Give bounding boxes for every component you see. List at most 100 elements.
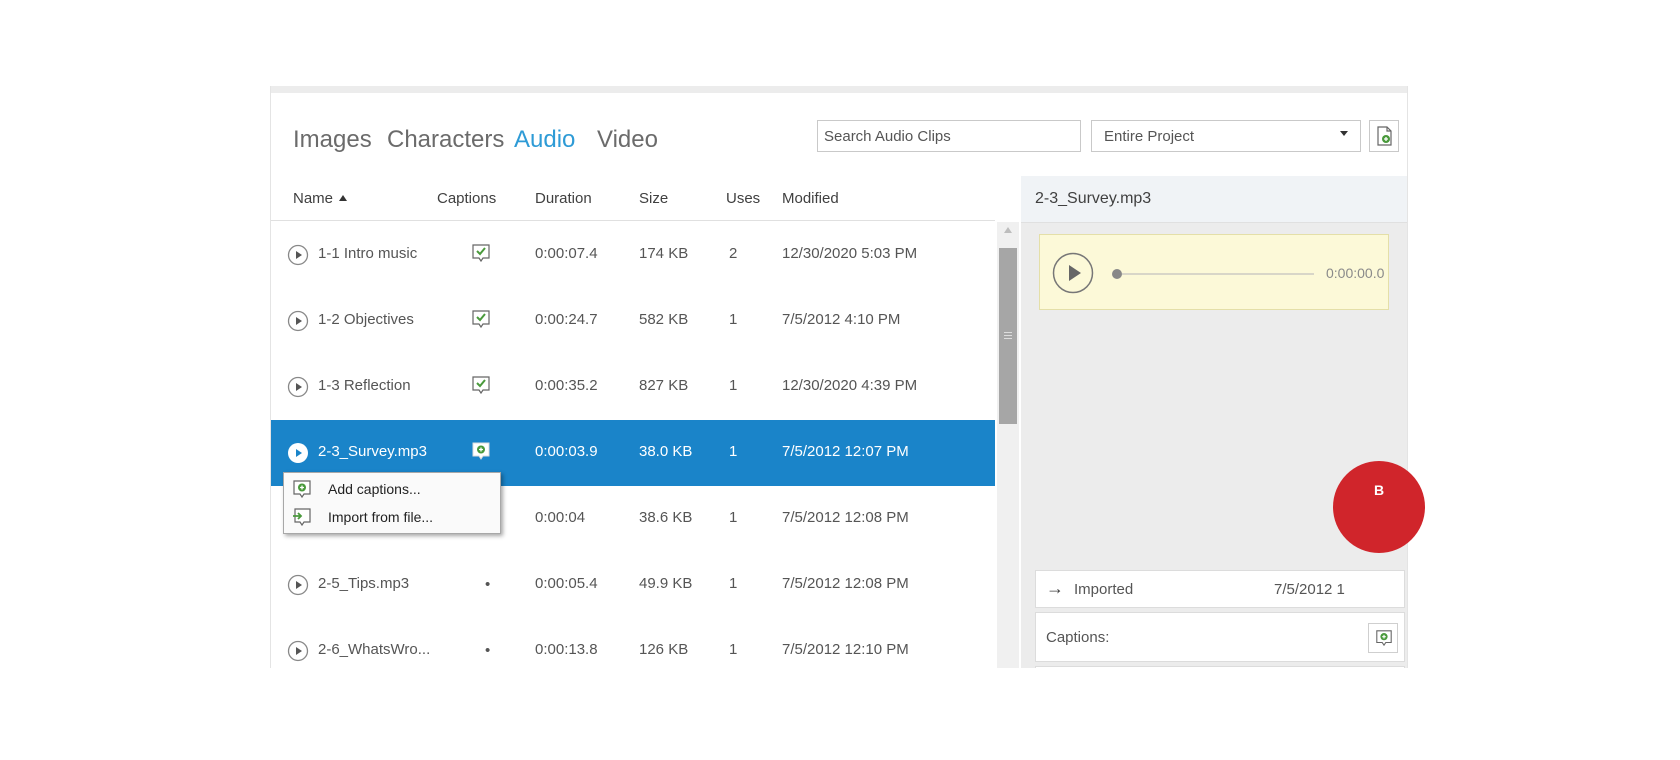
table-row[interactable]: 2-5_Tips.mp3 • 0:00:05.4 49.9 KB 1 7/5/2… bbox=[271, 552, 995, 618]
column-header-name-label: Name bbox=[293, 190, 334, 207]
clip-uses: 1 bbox=[729, 641, 738, 658]
table-row[interactable]: 1-3 Reflection 0:00:35.2 827 KB 1 12/30/… bbox=[271, 354, 995, 420]
audio-player: 0:00:00.0 bbox=[1039, 234, 1389, 310]
scroll-up-icon[interactable] bbox=[1004, 227, 1012, 233]
column-header-modified[interactable]: Modified bbox=[782, 190, 839, 207]
clip-size: 827 KB bbox=[639, 377, 689, 394]
tab-characters[interactable]: Characters bbox=[387, 126, 504, 154]
clip-duration: 0:00:07.4 bbox=[535, 245, 598, 262]
clip-name: 1-1 Intro music bbox=[318, 245, 418, 262]
seek-handle[interactable] bbox=[1112, 269, 1122, 279]
clip-uses: 1 bbox=[729, 443, 738, 460]
scope-dropdown[interactable]: Entire Project bbox=[1091, 120, 1361, 152]
clip-size: 38.6 KB bbox=[639, 509, 693, 526]
clip-uses: 2 bbox=[729, 245, 738, 262]
add-caption-icon bbox=[1376, 630, 1392, 647]
detail-title: 2-3_Survey.mp3 bbox=[1035, 190, 1152, 207]
clip-name: 1-2 Objectives bbox=[318, 311, 414, 328]
import-caption-icon bbox=[293, 508, 311, 527]
menu-item-import-from-file[interactable]: Import from file... bbox=[284, 503, 500, 531]
no-caption-marker: • bbox=[485, 642, 491, 659]
caption-check-icon bbox=[472, 244, 490, 263]
clip-duration: 0:00:03.9 bbox=[535, 443, 598, 460]
clip-modified: 12/30/2020 4:39 PM bbox=[782, 377, 918, 394]
column-header-uses[interactable]: Uses bbox=[726, 190, 760, 207]
tab-images[interactable]: Images bbox=[293, 126, 372, 154]
clip-duration: 0:00:05.4 bbox=[535, 575, 598, 592]
clip-duration: 0:00:24.7 bbox=[535, 311, 598, 328]
imported-label: Imported bbox=[1074, 581, 1134, 598]
clip-size: 38.0 KB bbox=[639, 443, 693, 460]
add-caption-icon bbox=[293, 480, 311, 499]
menu-item-add-captions[interactable]: Add captions... bbox=[284, 475, 500, 503]
table-row[interactable]: 1-1 Intro music 0:00:07.4 174 KB 2 12/30… bbox=[271, 222, 995, 288]
caption-check-icon bbox=[472, 376, 490, 395]
add-captions-button[interactable] bbox=[1368, 623, 1398, 653]
clip-duration: 0:00:35.2 bbox=[535, 377, 598, 394]
tab-audio[interactable]: Audio bbox=[514, 126, 575, 154]
column-header-captions[interactable]: Captions bbox=[437, 190, 496, 207]
import-audio-button[interactable] bbox=[1369, 120, 1399, 152]
import-file-icon bbox=[1377, 126, 1392, 146]
badge-label: B bbox=[1373, 482, 1385, 498]
scroll-grip-icon bbox=[1004, 332, 1012, 339]
clip-modified: 7/5/2012 12:08 PM bbox=[782, 509, 909, 526]
clip-size: 582 KB bbox=[639, 311, 689, 328]
clip-duration: 0:00:13.8 bbox=[535, 641, 598, 658]
seek-bar[interactable] bbox=[1122, 273, 1314, 275]
menu-item-label: Import from file... bbox=[328, 509, 434, 525]
imported-info: → Imported 7/5/2012 1 bbox=[1035, 570, 1405, 608]
caption-check-icon bbox=[472, 310, 490, 329]
clip-modified: 7/5/2012 12:07 PM bbox=[782, 443, 909, 460]
imported-date: 7/5/2012 1 bbox=[1274, 581, 1345, 598]
detail-title-bar: 2-3_Survey.mp3 bbox=[1021, 176, 1407, 223]
table-row[interactable]: 2-6_WhatsWro... • 0:00:13.8 126 KB 1 7/5… bbox=[271, 618, 995, 668]
search-input[interactable] bbox=[817, 120, 1081, 152]
add-caption-icon[interactable] bbox=[471, 441, 491, 461]
player-time: 0:00:00.0 bbox=[1326, 265, 1385, 281]
clip-name: 2-5_Tips.mp3 bbox=[318, 575, 410, 592]
captions-label: Captions: bbox=[1046, 629, 1110, 646]
captions-field: Captions: bbox=[1035, 612, 1405, 662]
no-caption-marker: • bbox=[485, 576, 491, 593]
chevron-down-icon bbox=[1340, 131, 1348, 136]
play-icon[interactable] bbox=[287, 640, 309, 662]
play-icon[interactable] bbox=[287, 310, 309, 332]
clip-modified: 7/5/2012 12:10 PM bbox=[782, 641, 909, 658]
sort-ascending-icon bbox=[339, 195, 348, 201]
scope-selected-value: Entire Project bbox=[1104, 128, 1195, 145]
media-library-panel: Images Characters Audio Video Entire Pro… bbox=[270, 86, 1408, 668]
table-row[interactable]: 1-2 Objectives 0:00:24.7 582 KB 1 7/5/20… bbox=[271, 288, 995, 354]
play-icon[interactable] bbox=[287, 442, 309, 464]
clip-uses: 1 bbox=[729, 509, 738, 526]
notes-field[interactable] bbox=[1035, 666, 1405, 668]
column-header-name[interactable]: Name bbox=[293, 190, 348, 207]
clip-modified: 7/5/2012 4:10 PM bbox=[782, 311, 901, 328]
clip-uses: 1 bbox=[729, 377, 738, 394]
detail-pane: 2-3_Survey.mp3 0:00:00.0 → Imported 7/5/… bbox=[1021, 176, 1407, 668]
arrow-right-icon: → bbox=[1046, 578, 1064, 598]
clip-size: 174 KB bbox=[639, 245, 689, 262]
clip-modified: 12/30/2020 5:03 PM bbox=[782, 245, 918, 262]
clip-duration: 0:00:04 bbox=[535, 509, 586, 526]
column-header-duration[interactable]: Duration bbox=[535, 190, 592, 207]
menu-item-label: Add captions... bbox=[328, 481, 421, 497]
play-icon[interactable] bbox=[287, 376, 309, 398]
clip-size: 49.9 KB bbox=[639, 575, 693, 592]
top-strip bbox=[271, 86, 1407, 93]
table-header: Name Captions Duration Size Uses Modifie… bbox=[271, 176, 995, 221]
clip-uses: 1 bbox=[729, 575, 738, 592]
play-icon[interactable] bbox=[1052, 252, 1094, 294]
tab-video[interactable]: Video bbox=[597, 126, 658, 154]
clip-name: 2-3_Survey.mp3 bbox=[318, 443, 427, 460]
clip-name: 1-3 Reflection bbox=[318, 377, 411, 394]
clip-modified: 7/5/2012 12:08 PM bbox=[782, 575, 909, 592]
caption-context-menu: Add captions... Import from file... bbox=[283, 472, 501, 534]
column-header-size[interactable]: Size bbox=[639, 190, 668, 207]
clip-size: 126 KB bbox=[639, 641, 689, 658]
play-icon[interactable] bbox=[287, 244, 309, 266]
annotation-badge: B bbox=[1333, 461, 1425, 553]
play-icon[interactable] bbox=[287, 574, 309, 596]
clip-uses: 1 bbox=[729, 311, 738, 328]
clip-name: 2-6_WhatsWro... bbox=[318, 641, 431, 658]
